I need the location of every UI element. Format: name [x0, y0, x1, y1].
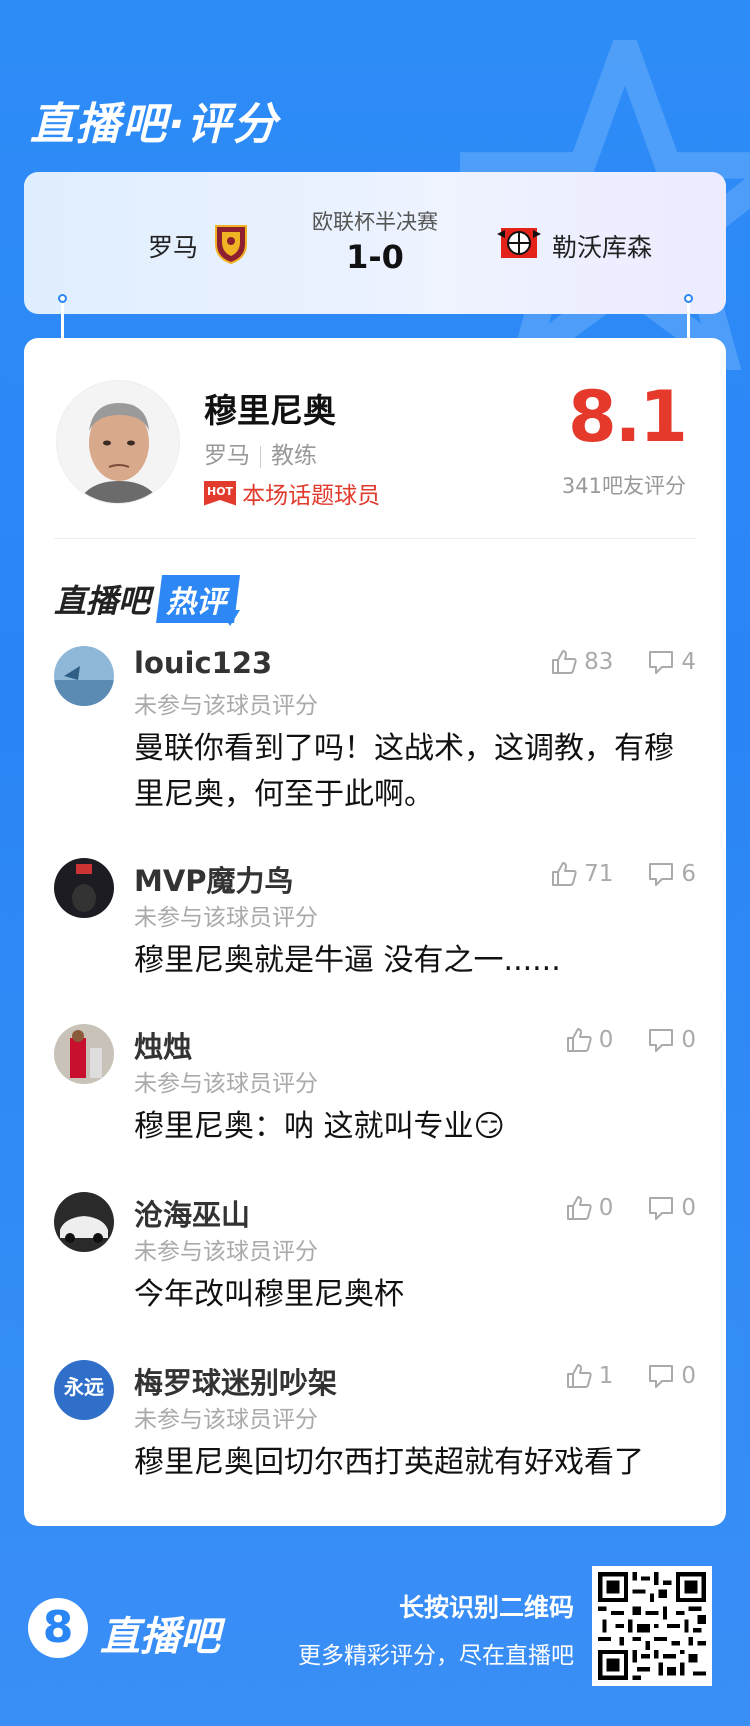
comment-text: 穆里尼奥：呐 这就叫专业😏 [134, 1109, 505, 1144]
reply-button[interactable]: 0 [647, 1362, 696, 1390]
reply-count: 4 [681, 649, 696, 675]
thumbs-up-icon [566, 1028, 592, 1052]
comment-actions: 1 0 [565, 1362, 696, 1390]
comment-text: 穆里尼奥回切尔西打英超就有好戏看了 [134, 1445, 644, 1480]
comment-rating-status: 未参与该球员评分 [134, 693, 318, 719]
like-button[interactable]: 0 [565, 1026, 614, 1054]
comment-username[interactable]: MVP魔力鸟 [134, 858, 294, 900]
comment-icon [649, 651, 674, 674]
brand-logo-icon: 8 [28, 1598, 88, 1658]
like-count: 0 [598, 1195, 614, 1221]
leverkusen-badge-icon [497, 228, 541, 258]
page-title: 直播吧·评分 [30, 99, 279, 150]
comment-username[interactable]: 梅罗球迷别吵架 [134, 1360, 337, 1402]
coach-meta: 罗马 教练 [204, 436, 317, 470]
roma-badge-icon [215, 225, 247, 264]
reply-count: 6 [681, 861, 696, 887]
thumbs-up-icon [566, 1364, 592, 1388]
comment-text: 今年改叫穆里尼奥杯 [134, 1277, 404, 1312]
like-count: 0 [598, 1027, 614, 1053]
rating-score: 8.1 [567, 376, 688, 458]
reply-count: 0 [681, 1363, 696, 1389]
comment-item: 沧海巫山 未参与该球员评分 0 0 今年改叫穆里尼奥杯 [54, 1192, 696, 1312]
comment-item: MVP魔力鸟 未参与该球员评分 71 6 穆里尼奥就是牛逼 没有之一...... [54, 858, 696, 978]
reply-count: 0 [681, 1027, 696, 1053]
divider [54, 538, 696, 539]
like-count: 71 [584, 861, 614, 887]
comment-username[interactable]: louic123 [134, 646, 272, 680]
hot-topic-label: 本场话题球员 [242, 483, 381, 509]
qr-code[interactable] [592, 1566, 712, 1686]
like-button[interactable]: 83 [550, 648, 613, 676]
section-tag-tail [220, 610, 240, 626]
comment-actions: 71 6 [550, 860, 696, 888]
comment-actions: 83 4 [550, 648, 696, 676]
reply-button[interactable]: 0 [647, 1194, 696, 1222]
comment-rating-status: 未参与该球员评分 [134, 1239, 318, 1265]
thumbs-up-icon [566, 1196, 592, 1220]
comment-item: 永远 梅罗球迷别吵架 未参与该球员评分 1 0 穆里尼奥回切尔西打英超就有好戏看… [54, 1360, 696, 1480]
footer-brand: 直播吧 [100, 1614, 220, 1660]
like-button[interactable]: 0 [565, 1194, 614, 1222]
coach-role: 教练 [271, 443, 317, 469]
comment-icon [649, 1197, 674, 1220]
rating-count: 341吧友评分 [561, 474, 686, 498]
svg-text:永远: 永远 [63, 1375, 104, 1399]
thumbs-up-icon [552, 650, 577, 674]
user-avatar[interactable] [54, 1024, 114, 1084]
brand-logo-glyph: 8 [42, 1602, 74, 1653]
match-score: 1-0 [346, 238, 404, 276]
like-count: 1 [598, 1363, 614, 1389]
qr-code-icon [598, 1572, 706, 1680]
home-team-name: 罗马 [148, 233, 199, 262]
comment-icon [649, 863, 674, 886]
reply-button[interactable]: 4 [647, 648, 696, 676]
comment-item: louic123 未参与该球员评分 83 4 曼联你看到了吗！这战术，这调教，有… [54, 646, 696, 812]
comment-username[interactable]: 烛烛 [134, 1024, 192, 1066]
away-team-name: 勒沃库森 [552, 233, 653, 262]
coach-avatar [56, 380, 180, 504]
comment-actions: 0 0 [565, 1194, 696, 1222]
comment-text: 曼联你看到了吗！这战术，这调教，有穆里尼奥，何至于此啊。 [134, 731, 674, 812]
user-avatar[interactable] [54, 858, 114, 918]
reply-count: 0 [681, 1195, 696, 1221]
section-brand: 直播吧 [54, 582, 151, 620]
qr-title: 长按识别二维码 [398, 1593, 574, 1622]
reply-button[interactable]: 0 [647, 1026, 696, 1054]
hot-badge-icon: HOT [204, 480, 237, 506]
thumbs-up-icon [552, 862, 577, 886]
hot-topic-row: HOT 本场话题球员 [204, 476, 380, 510]
hot-comments-heading: 直播吧 热评 [54, 576, 240, 622]
comment-text: 穆里尼奥就是牛逼 没有之一...... [134, 943, 561, 978]
like-count: 83 [584, 649, 614, 675]
comment-actions: 0 0 [565, 1026, 696, 1054]
comment-icon [649, 1029, 674, 1052]
user-avatar[interactable]: 永远 [54, 1360, 114, 1420]
user-avatar[interactable] [54, 1192, 114, 1252]
comment-rating-status: 未参与该球员评分 [134, 1071, 318, 1097]
like-button[interactable]: 71 [550, 860, 613, 888]
comment-rating-status: 未参与该球员评分 [134, 1407, 318, 1433]
match-stage: 欧联杯半决赛 [312, 210, 438, 234]
reply-button[interactable]: 6 [647, 860, 696, 888]
coach-name: 穆里尼奥 [204, 391, 336, 430]
coach-team: 罗马 [204, 443, 250, 469]
comment-username[interactable]: 沧海巫山 [134, 1192, 250, 1234]
comment-item: 烛烛 未参与该球员评分 0 0 穆里尼奥：呐 这就叫专业😏 [54, 1024, 696, 1144]
user-avatar[interactable] [54, 646, 114, 706]
comment-rating-status: 未参与该球员评分 [134, 905, 318, 931]
like-button[interactable]: 1 [565, 1362, 614, 1390]
comment-icon [649, 1365, 674, 1388]
qr-subtitle: 更多精彩评分，尽在直播吧 [298, 1643, 574, 1669]
